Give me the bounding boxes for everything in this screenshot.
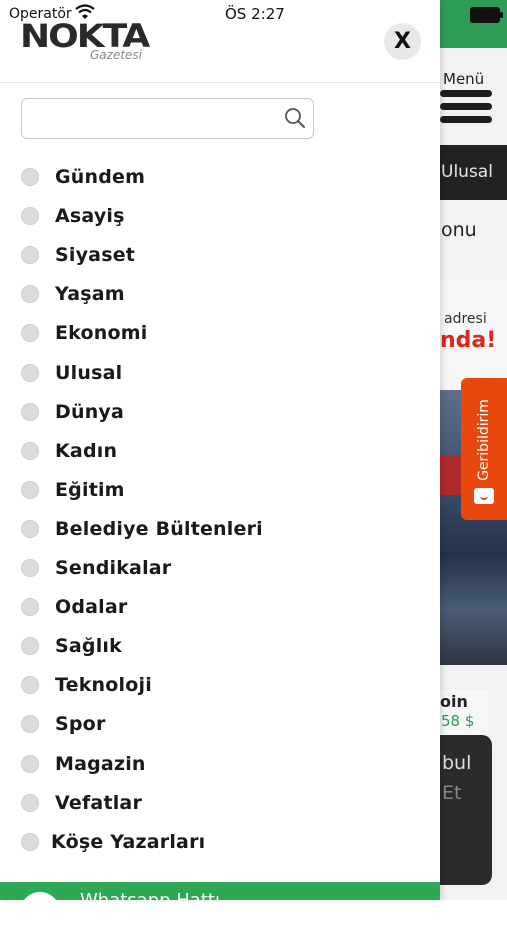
category-item[interactable]: Odalar: [21, 593, 421, 621]
radio-icon[interactable]: [21, 481, 39, 499]
category-item[interactable]: Eğitim: [21, 476, 421, 504]
status-time: ÖS 2:27: [225, 5, 285, 23]
feedback-label: Geribildirim: [476, 399, 492, 481]
category-label[interactable]: Köşe Yazarları: [51, 831, 205, 853]
radio-icon[interactable]: [21, 755, 39, 773]
radio-icon[interactable]: [21, 520, 39, 538]
category-label[interactable]: Eğitim: [55, 479, 125, 501]
category-item[interactable]: Vefatlar: [21, 789, 421, 817]
radio-icon[interactable]: [21, 637, 39, 655]
category-item[interactable]: Sendikalar: [21, 554, 421, 582]
radio-icon[interactable]: [21, 207, 39, 225]
radio-icon[interactable]: [21, 598, 39, 616]
ad-text-2: nda!: [440, 328, 497, 353]
radio-icon[interactable]: [21, 246, 39, 264]
category-item[interactable]: Siyaset: [21, 241, 421, 269]
category-item[interactable]: Spor: [21, 710, 421, 738]
radio-icon[interactable]: [21, 324, 39, 342]
side-drawer: Operatör ÖS 2:27 NOKTA Gazetesi X Gündem…: [0, 0, 440, 932]
header-divider: [0, 82, 440, 83]
category-item[interactable]: Ulusal: [21, 359, 421, 387]
category-label[interactable]: Yaşam: [55, 283, 125, 305]
category-label[interactable]: Sağlık: [55, 635, 122, 657]
ad-text-1: adresi: [444, 311, 487, 327]
category-label[interactable]: Magazin: [55, 753, 146, 775]
category-item[interactable]: Gündem: [21, 163, 421, 191]
background-tab-ulusal[interactable]: Ulusal: [441, 162, 493, 182]
category-label[interactable]: Belediye Bültenleri: [55, 518, 263, 540]
category-item[interactable]: Köşe Yazarları: [21, 828, 421, 856]
radio-icon[interactable]: [21, 442, 39, 460]
category-item[interactable]: Teknoloji: [21, 671, 421, 699]
category-label[interactable]: Siyaset: [55, 244, 135, 266]
category-item[interactable]: Magazin: [21, 750, 421, 778]
logo-subtitle: Gazetesi: [90, 48, 143, 62]
category-label[interactable]: Teknoloji: [55, 674, 152, 696]
radio-icon[interactable]: [21, 676, 39, 694]
close-button[interactable]: X: [384, 23, 421, 60]
whatsapp-icon[interactable]: [20, 892, 60, 932]
radio-icon[interactable]: [21, 285, 39, 303]
category-label[interactable]: Asayiş: [55, 205, 125, 227]
card-text-1: bul: [442, 752, 472, 774]
radio-icon[interactable]: [21, 833, 39, 851]
radio-icon[interactable]: [21, 364, 39, 382]
category-label[interactable]: Dünya: [55, 401, 124, 423]
coin-label: oin: [440, 692, 468, 711]
radio-icon[interactable]: [21, 168, 39, 186]
category-label[interactable]: Odalar: [55, 596, 127, 618]
category-label[interactable]: Spor: [55, 713, 106, 735]
category-label[interactable]: Ekonomi: [55, 322, 147, 344]
hamburger-icon[interactable]: [440, 90, 492, 129]
category-label[interactable]: Vefatlar: [55, 792, 142, 814]
radio-icon[interactable]: [21, 403, 39, 421]
category-label[interactable]: Gündem: [55, 166, 145, 188]
whatsapp-bar[interactable]: [0, 882, 440, 900]
feedback-smile-icon: [474, 488, 494, 504]
category-item[interactable]: Yaşam: [21, 280, 421, 308]
coin-price: 58 $: [441, 712, 475, 730]
category-item[interactable]: Kadın: [21, 437, 421, 465]
radio-icon[interactable]: [21, 794, 39, 812]
search-box[interactable]: [21, 98, 314, 139]
radio-icon[interactable]: [21, 715, 39, 733]
category-item[interactable]: Dünya: [21, 398, 421, 426]
menu-label[interactable]: Menü: [443, 70, 484, 88]
whatsapp-label[interactable]: Whatsapp Hattı: [80, 890, 220, 911]
search-icon[interactable]: [284, 107, 306, 129]
category-label[interactable]: Ulusal: [55, 362, 122, 384]
category-item[interactable]: Sağlık: [21, 632, 421, 660]
category-item[interactable]: Ekonomi: [21, 319, 421, 347]
battery-icon: [470, 7, 503, 23]
category-item[interactable]: Asayiş: [21, 202, 421, 230]
background-heading: onu: [441, 219, 477, 241]
category-item[interactable]: Belediye Bültenleri: [21, 515, 421, 543]
radio-icon[interactable]: [21, 559, 39, 577]
nokta-logo[interactable]: NOKTA Gazetesi: [20, 18, 150, 64]
category-label[interactable]: Sendikalar: [55, 557, 171, 579]
category-label[interactable]: Kadın: [55, 440, 117, 462]
card-text-2: Et: [442, 782, 462, 804]
search-input[interactable]: [30, 105, 274, 133]
